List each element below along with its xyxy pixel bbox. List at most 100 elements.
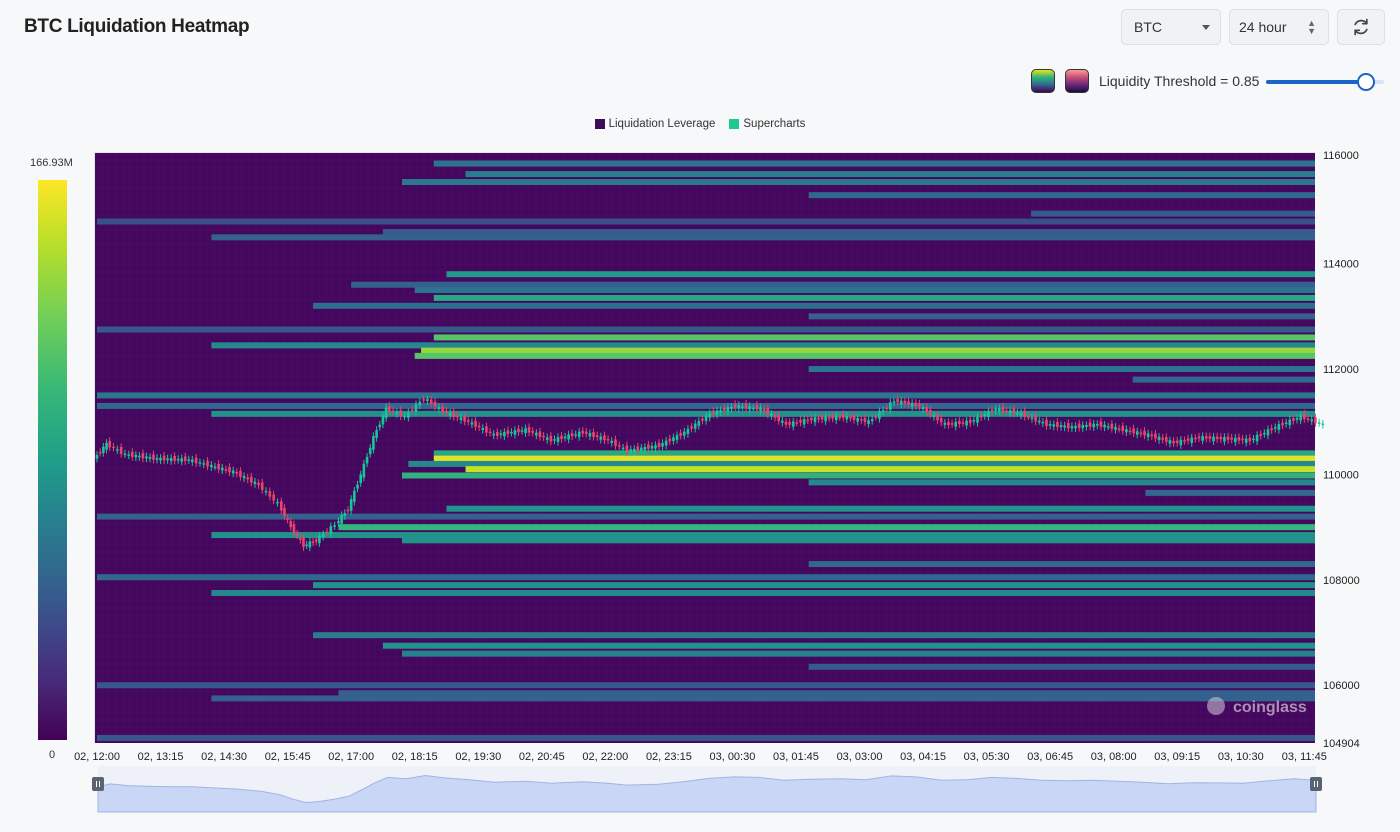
candle-body: [510, 431, 513, 434]
candle-body: [437, 407, 441, 410]
candle-body: [773, 415, 777, 418]
candle-body: [295, 533, 299, 536]
candle-body: [668, 438, 672, 442]
liquidation-band: [465, 171, 1316, 178]
candle-body: [520, 430, 524, 432]
candle-body: [726, 407, 730, 412]
candle-body: [636, 446, 640, 451]
candle-body: [852, 415, 856, 421]
candle-body: [683, 431, 686, 436]
candle-body: [625, 445, 629, 453]
candle-body: [976, 416, 979, 423]
candle-body: [276, 501, 279, 504]
candle-body: [387, 405, 391, 412]
candle-body: [1194, 437, 1197, 440]
liquidation-band: [808, 192, 1315, 199]
heatmap-chart[interactable]: 116000 114000 112000 110000 108000 106000 1049…: [0, 0, 1400, 832]
watermark-text: coinglass: [1233, 699, 1307, 716]
candle-body: [452, 411, 456, 418]
y-tick-label: 110000: [1323, 469, 1359, 481]
candle-body: [1186, 438, 1190, 441]
liquidation-band: [808, 366, 1315, 373]
candle-body: [1034, 415, 1037, 422]
candle-body: [231, 470, 235, 474]
candle-body: [961, 422, 965, 424]
candle-body: [899, 400, 903, 405]
candle-body: [588, 433, 592, 437]
candle-body: [896, 398, 899, 403]
candle-body: [292, 524, 296, 534]
candle-body: [704, 415, 708, 421]
candle-body: [198, 462, 202, 464]
candle-body: [1219, 436, 1223, 440]
candle-body: [426, 399, 429, 402]
candle-body: [657, 442, 661, 448]
candle-body: [470, 422, 474, 425]
candle-body: [570, 433, 574, 437]
candle-body: [629, 449, 633, 453]
candle-body: [321, 534, 325, 537]
candle-body: [210, 464, 213, 468]
candle-body: [1037, 420, 1041, 423]
candle-body: [260, 482, 264, 490]
liquidation-band: [433, 160, 1315, 167]
candle-body: [1255, 434, 1259, 442]
liquidation-band: [338, 524, 1315, 531]
y-tick-label: 112000: [1323, 364, 1359, 376]
candle-body: [159, 457, 162, 461]
y-tick-label: 108000: [1323, 575, 1360, 587]
liquidation-band: [211, 695, 1315, 702]
candle-body: [155, 457, 159, 460]
candle-body: [403, 415, 406, 418]
candle-body: [1161, 437, 1164, 440]
candle-body: [325, 531, 329, 534]
candle-body: [1179, 439, 1183, 446]
candle-body: [748, 406, 751, 410]
candle-body: [1252, 438, 1255, 441]
candle-body: [939, 418, 943, 423]
y-tick-label: 104904: [1323, 738, 1360, 750]
candle-body: [1168, 440, 1172, 444]
candle-body: [983, 414, 987, 417]
candle-body: [474, 420, 477, 427]
candle-body: [169, 458, 173, 462]
candle-body: [810, 417, 813, 421]
candle-body: [372, 436, 375, 450]
candle-body: [524, 428, 527, 434]
candle-body: [1008, 410, 1012, 414]
candle-body: [448, 412, 452, 416]
candle-body: [603, 435, 606, 441]
candle-body: [954, 421, 958, 427]
candle-body: [719, 409, 722, 413]
candle-body: [595, 435, 599, 438]
candle-body: [492, 433, 495, 436]
navigator-handle-left: [92, 777, 104, 791]
candle-body: [599, 436, 603, 440]
candle-body: [279, 501, 283, 511]
candle-body: [459, 417, 463, 421]
liquidation-band: [446, 505, 1316, 512]
candle-body: [283, 507, 286, 517]
candle-body: [741, 406, 744, 408]
candle-body: [730, 406, 733, 409]
candle-body: [929, 409, 932, 415]
candle-body: [640, 447, 643, 451]
candle-body: [1081, 424, 1085, 429]
candle-body: [384, 407, 388, 419]
candle-body: [337, 521, 340, 524]
candle-body: [286, 518, 289, 520]
candle-body: [506, 430, 510, 435]
candle-body: [176, 458, 180, 461]
x-tick-label: 03, 05:30: [964, 751, 1010, 763]
candle-body: [788, 421, 791, 425]
liquidation-band: [97, 574, 1315, 581]
candle-body: [1016, 412, 1019, 415]
candle-body: [141, 453, 145, 459]
candle-body: [410, 409, 414, 412]
liquidation-band: [402, 472, 1315, 479]
candle-body: [690, 426, 693, 429]
candle-body: [943, 422, 947, 425]
candle-body: [1135, 431, 1139, 435]
liquidation-band: [421, 347, 1315, 354]
candle-body: [1150, 434, 1154, 437]
